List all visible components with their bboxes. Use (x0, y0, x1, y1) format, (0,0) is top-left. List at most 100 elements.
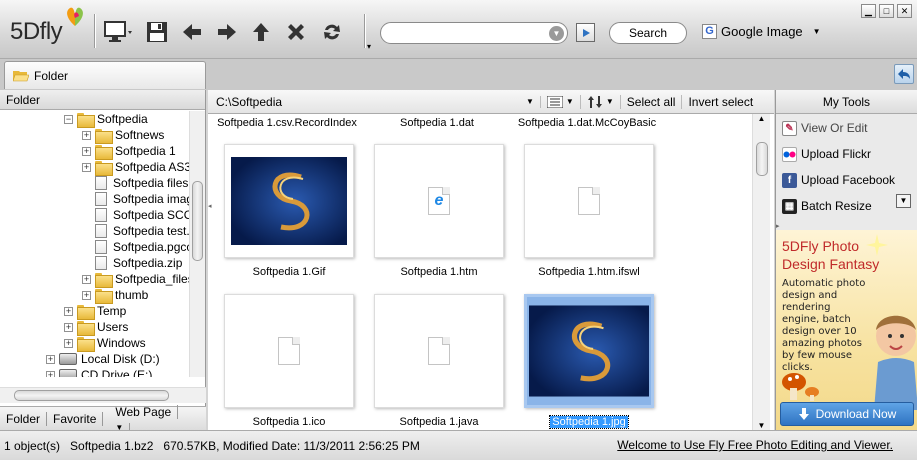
tree-node-label: Softpedia_files (115, 272, 190, 286)
upload-flickr-tool[interactable]: Upload Flickr (782, 144, 912, 164)
expand-icon[interactable]: + (82, 290, 91, 300)
file-label[interactable]: Softpedia 1.htm (364, 266, 514, 278)
expand-icon[interactable]: + (82, 274, 91, 284)
file-label[interactable]: Softpedia 1.jpg (514, 415, 664, 429)
tree-node[interactable]: + Temp (64, 303, 126, 320)
tree-node[interactable]: + thumb (82, 287, 148, 304)
expand-icon[interactable]: + (46, 370, 55, 377)
tree-horizontal-scrollbar[interactable] (0, 387, 206, 403)
file-label[interactable]: Softpedia 1.ico (214, 416, 364, 428)
file-label[interactable]: Softpedia 1.dat (362, 117, 512, 129)
file-thumbnail[interactable] (524, 294, 654, 408)
view-mode-button[interactable]: ▼ (539, 95, 580, 108)
tree-node[interactable]: + Local Disk (D:) (46, 351, 160, 367)
file-thumbnail[interactable] (524, 144, 654, 258)
tree-node[interactable]: Softpedia.zip (82, 255, 182, 271)
expand-icon[interactable]: + (64, 338, 73, 348)
play-triangle-icon (582, 28, 590, 37)
scrollbar-thumb[interactable] (14, 390, 169, 401)
tree-node[interactable]: Softpedia imag (82, 191, 190, 207)
url-input[interactable]: ▼ (380, 22, 568, 44)
forward-arrow-button[interactable] (215, 20, 239, 44)
tool-label: Upload Facebook (801, 173, 896, 187)
arrow-up-icon (253, 23, 269, 41)
upload-facebook-tool[interactable]: f Upload Facebook (782, 170, 912, 190)
minimize-icon: ▁ (865, 6, 872, 16)
save-button[interactable] (145, 20, 169, 44)
file-label[interactable]: Softpedia 1.htm.ifswl (514, 266, 664, 278)
thumbnail-grid[interactable]: Softpedia 1.csv.RecordIndex Softpedia 1.… (212, 114, 752, 430)
expand-icon[interactable]: + (64, 322, 73, 332)
tree-node[interactable]: + Softpedia_files (82, 271, 190, 288)
curved-arrow-icon (898, 69, 910, 79)
content-vertical-scrollbar[interactable]: ▲ ▼ (752, 114, 770, 430)
url-dropdown-icon[interactable]: ▼ (549, 26, 564, 41)
display-mode-button[interactable] (102, 20, 136, 44)
stop-button[interactable] (284, 20, 308, 44)
file-name: Softpedia 1.ico (252, 416, 326, 428)
google-icon: G (702, 24, 717, 39)
tree-node[interactable]: + CD Drive (E:) (46, 367, 152, 377)
tab-folder-bottom[interactable]: Folder (0, 411, 48, 426)
welcome-link[interactable]: Welcome to Use Fly Free Photo Editing an… (617, 438, 893, 452)
download-now-button[interactable]: Download Now (780, 402, 914, 426)
search-engine-select[interactable]: G Google Image ▼ (702, 24, 821, 39)
tab-folder[interactable]: Folder (4, 61, 206, 89)
tree-node[interactable]: Softpedia test. (82, 223, 190, 239)
promo-banner[interactable]: 5DFly Photo Design Fantasy Automatic pho… (776, 230, 917, 430)
path-dropdown-icon[interactable]: ▼ (526, 97, 534, 106)
tree-node[interactable]: + Softpedia AS3 (82, 159, 190, 176)
file-thumbnail[interactable]: e (374, 144, 504, 258)
minimize-button[interactable]: ▁ (861, 4, 876, 18)
scroll-up-icon[interactable]: ▲ (753, 114, 770, 123)
refresh-button[interactable] (320, 20, 344, 44)
batch-resize-tool[interactable]: ▦ Batch Resize (782, 196, 912, 216)
expand-icon[interactable]: + (82, 130, 91, 140)
back-arrow-button[interactable] (180, 20, 204, 44)
expand-icon[interactable]: + (82, 146, 91, 156)
tree-node[interactable]: Softpedia.pgcc (82, 239, 190, 255)
tree-node[interactable]: + Users (64, 319, 128, 336)
tree-vertical-scrollbar[interactable] (189, 111, 205, 377)
tree-node-label: Softpedia files. (113, 176, 190, 190)
collapse-right-handle[interactable]: ▸ (776, 222, 780, 230)
sort-button[interactable]: ▼ (579, 94, 620, 109)
invert-select-button[interactable]: Invert select (681, 94, 759, 109)
collapse-icon[interactable]: − (64, 114, 73, 124)
file-thumbnail[interactable] (374, 294, 504, 408)
file-label[interactable]: Softpedia 1.java (364, 416, 514, 428)
tab-web-page[interactable]: Web Page ▼ (103, 404, 206, 433)
tools-dropdown-button[interactable]: ▼ (896, 194, 911, 208)
select-all-button[interactable]: Select all (619, 94, 682, 109)
file-label[interactable]: Softpedia 1.dat.McCoyBasic (512, 117, 662, 129)
file-thumbnail[interactable] (224, 294, 354, 408)
folder-tree[interactable]: − Softpedia + Softnews + Softpedia 1 + Softpedi… (0, 111, 190, 377)
view-edit-tool[interactable]: ✎ View Or Edit (782, 118, 912, 138)
folder-panel-header: Folder (0, 90, 205, 110)
scrollbar-thumb[interactable] (756, 142, 768, 176)
tree-node[interactable]: + Softnews (82, 127, 164, 144)
monitor-icon (104, 21, 132, 42)
tree-node[interactable]: + Windows (64, 335, 146, 352)
up-folder-button[interactable] (249, 20, 273, 44)
tab-favorite[interactable]: Favorite (47, 411, 104, 426)
go-button[interactable] (576, 23, 595, 42)
maximize-button[interactable]: □ (879, 4, 894, 18)
file-label[interactable]: Softpedia 1.csv.RecordIndex (212, 117, 362, 129)
tree-node[interactable]: Softpedia files. (82, 175, 190, 191)
navigate-back-button[interactable] (894, 64, 914, 84)
toolbar-overflow-icon[interactable]: ▾ (367, 42, 371, 51)
collapse-left-handle[interactable]: ◂ (208, 202, 212, 210)
tree-node[interactable]: Softpedia SCO (82, 207, 190, 223)
scrollbar-thumb[interactable] (192, 181, 203, 261)
file-label[interactable]: Softpedia 1.Gif (214, 266, 364, 278)
scroll-down-icon[interactable]: ▼ (753, 421, 770, 430)
expand-icon[interactable]: + (64, 306, 73, 316)
file-thumbnail[interactable] (224, 144, 354, 258)
search-button[interactable]: Search (609, 22, 687, 44)
close-button[interactable]: ✕ (897, 4, 912, 18)
tree-node[interactable]: + Softpedia 1 (82, 143, 176, 160)
expand-icon[interactable]: + (82, 162, 91, 172)
expand-icon[interactable]: + (46, 354, 55, 364)
tree-node[interactable]: − Softpedia (64, 111, 148, 128)
